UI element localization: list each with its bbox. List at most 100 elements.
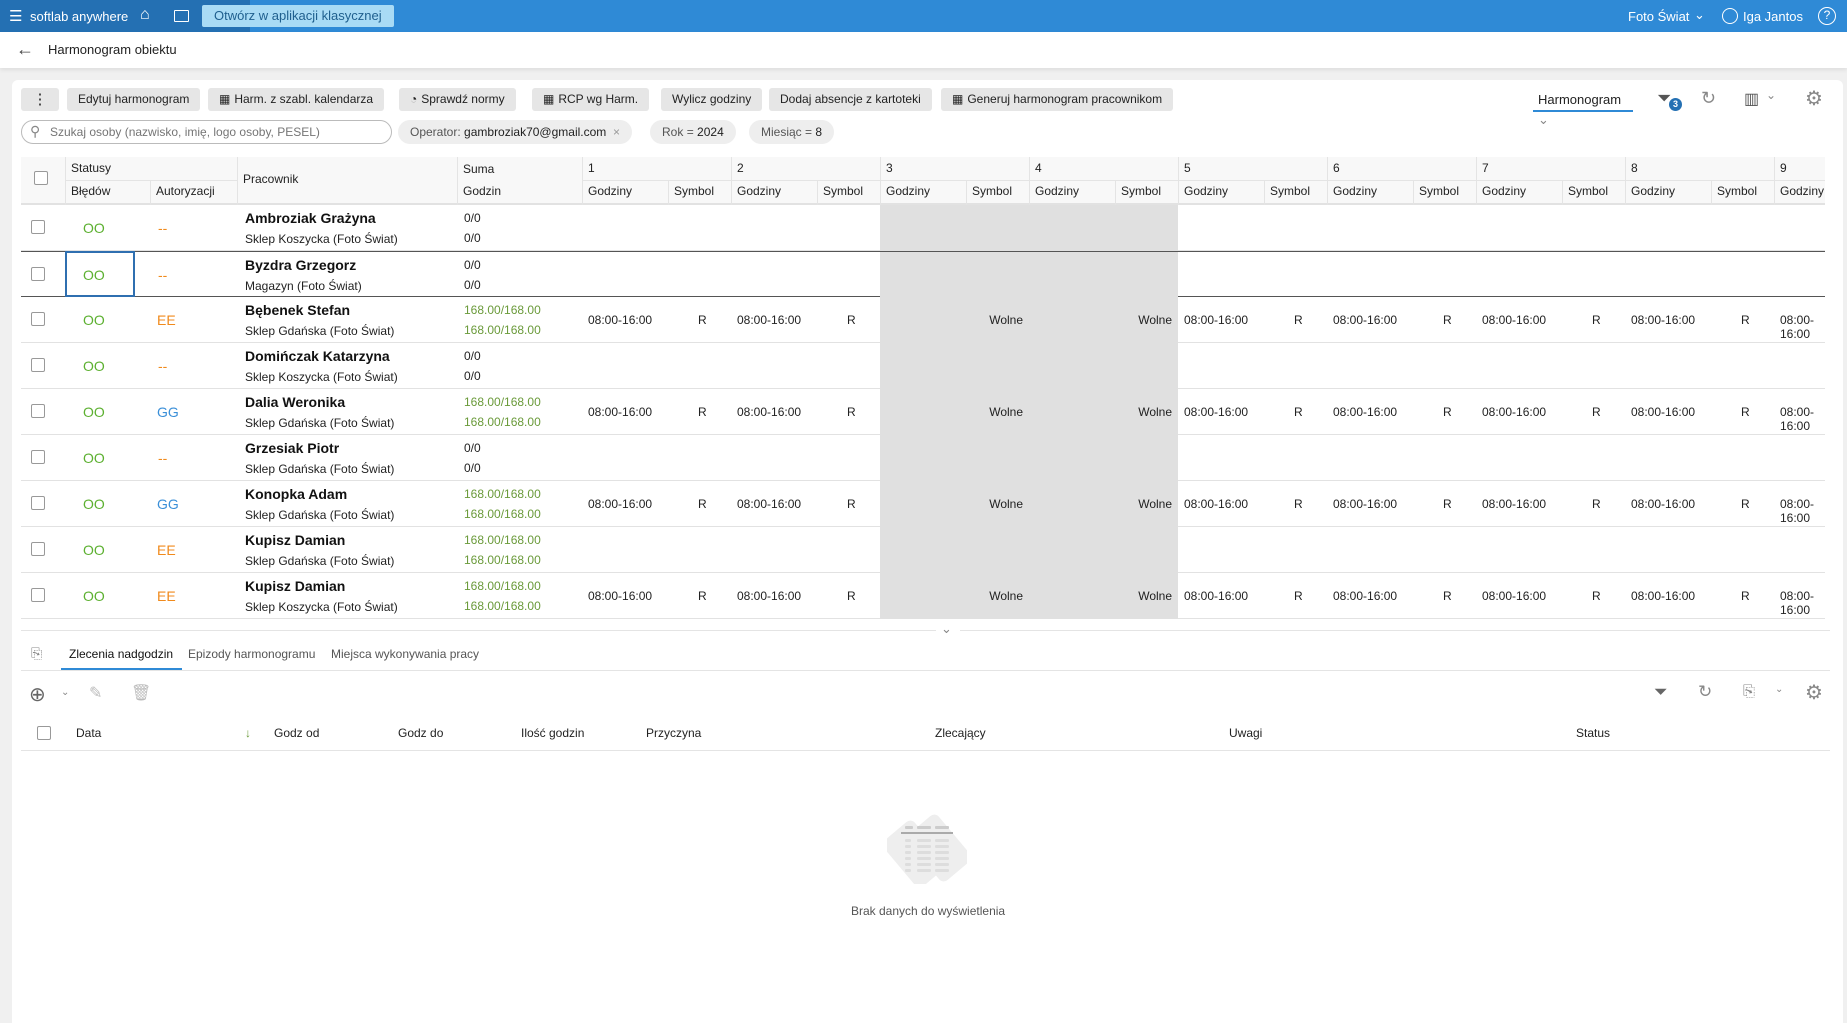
header-bledow[interactable]: Błędów <box>65 184 110 198</box>
day-symbol[interactable]: R <box>1741 313 1750 327</box>
splitter[interactable] <box>21 630 936 631</box>
back-arrow-icon[interactable]: ← <box>16 39 34 60</box>
table-row[interactable]: OO GG Dalia Weronika Sklep Gdańska (Foto Św… <box>21 389 1825 435</box>
row-checkbox[interactable] <box>31 588 45 602</box>
header-day[interactable]: 4 <box>1029 161 1042 175</box>
day-symbol[interactable]: R <box>1443 313 1452 327</box>
column-header[interactable]: Zlecający <box>935 726 986 740</box>
header-day[interactable]: 6 <box>1327 161 1340 175</box>
day-symbol[interactable]: R <box>847 405 856 419</box>
table-row[interactable]: OO -- Ambroziak Grażyna Sklep Koszycka (Fot… <box>21 205 1825 251</box>
authorization-status[interactable]: GG <box>157 496 179 512</box>
errors-status[interactable]: OO <box>83 267 105 283</box>
day-symbol[interactable]: R <box>698 497 707 511</box>
day-symbol[interactable]: R <box>698 405 707 419</box>
day-hours[interactable]: 08:00-16:00 <box>1631 405 1695 419</box>
day-symbol[interactable]: Wolne <box>980 405 1023 419</box>
day-symbol[interactable]: R <box>847 313 856 327</box>
day-hours[interactable]: 08:00-16:00 <box>1482 497 1546 511</box>
row-checkbox[interactable] <box>31 542 45 556</box>
day-hours[interactable]: 08:00-16:00 <box>1780 405 1825 433</box>
day-hours[interactable]: 08:00-16:00 <box>737 405 801 419</box>
template-calendar-button[interactable]: ▦ Harm. z szabl. kalendarza <box>208 88 385 111</box>
column-header[interactable]: Uwagi <box>1229 726 1262 740</box>
day-hours[interactable]: 08:00-16:00 <box>737 589 801 603</box>
day-symbol[interactable]: Wolne <box>1129 405 1172 419</box>
header-godziny[interactable]: Godziny <box>1625 184 1675 198</box>
errors-status[interactable]: OO <box>83 220 105 236</box>
weekend-cell[interactable] <box>880 205 1029 251</box>
day-hours[interactable]: 08:00-16:00 <box>1780 589 1825 617</box>
header-day[interactable]: 7 <box>1476 161 1489 175</box>
splitter[interactable] <box>960 630 1830 631</box>
header-symbol[interactable]: Symbol <box>1115 184 1161 198</box>
home-icon[interactable]: ⌂ <box>140 6 150 24</box>
day-hours[interactable]: 08:00-16:00 <box>1631 589 1695 603</box>
header-day[interactable]: 1 <box>582 161 595 175</box>
weekend-cell[interactable] <box>1029 205 1178 251</box>
column-header[interactable]: Status <box>1576 726 1610 740</box>
header-symbol[interactable]: Symbol <box>668 184 714 198</box>
header-godziny[interactable]: Godziny <box>1029 184 1079 198</box>
day-symbol[interactable]: R <box>847 589 856 603</box>
row-checkbox[interactable] <box>31 220 45 234</box>
header-symbol[interactable]: Symbol <box>1264 184 1310 198</box>
filter-icon[interactable]: ⏷ <box>1654 682 1668 702</box>
view-select[interactable]: Harmonogram ⌄ <box>1533 90 1633 127</box>
day-hours[interactable]: 08:00-16:00 <box>1333 497 1397 511</box>
day-hours[interactable]: 08:00-16:00 <box>1184 313 1248 327</box>
errors-status[interactable]: OO <box>83 496 105 512</box>
user-name[interactable]: Iga Jantos <box>1743 9 1803 24</box>
header-pracownik[interactable]: Pracownik <box>237 172 298 186</box>
header-godziny[interactable]: Godziny <box>1774 184 1824 198</box>
row-checkbox[interactable] <box>31 267 45 281</box>
errors-status[interactable]: OO <box>83 358 105 374</box>
authorization-status[interactable]: -- <box>158 220 167 236</box>
add-icon[interactable]: ⊕ <box>29 682 46 707</box>
day-symbol[interactable]: Wolne <box>980 497 1023 511</box>
day-symbol[interactable]: Wolne <box>1129 313 1172 327</box>
table-row[interactable]: OO -- Byzdra Grzegorz Magazyn (Foto Świat) 0… <box>21 251 1825 298</box>
day-symbol[interactable]: R <box>1294 497 1303 511</box>
day-symbol[interactable]: R <box>1294 405 1303 419</box>
day-hours[interactable]: 08:00-16:00 <box>737 313 801 327</box>
select-all-checkbox[interactable] <box>37 726 51 740</box>
day-symbol[interactable]: Wolne <box>1129 589 1172 603</box>
rcp-button[interactable]: ▦ RCP wg Harm. <box>532 88 650 111</box>
weekend-cell[interactable] <box>1029 527 1178 573</box>
errors-status[interactable]: OO <box>83 404 105 420</box>
weekend-cell[interactable] <box>880 527 1029 573</box>
row-checkbox[interactable] <box>31 312 45 326</box>
employee-name[interactable]: Domińczak Katarzyna <box>245 348 390 364</box>
brand-label[interactable]: softlab anywhere <box>30 9 128 24</box>
day-symbol[interactable]: R <box>1294 313 1303 327</box>
add-absences-button[interactable]: Dodaj absencje z kartoteki <box>769 88 932 111</box>
table-row[interactable]: OO GG Konopka Adam Sklep Gdańska (Foto Świa… <box>21 481 1825 527</box>
header-statusy[interactable]: Statusy <box>65 161 111 175</box>
header-symbol[interactable]: Symbol <box>966 184 1012 198</box>
header-godziny[interactable]: Godziny <box>1327 184 1377 198</box>
weekend-cell[interactable] <box>880 252 1029 298</box>
employee-name[interactable]: Byzdra Grzegorz <box>245 257 356 273</box>
day-symbol[interactable]: R <box>1741 589 1750 603</box>
chevron-down-icon[interactable]: ⌄ <box>61 687 69 698</box>
employee-name[interactable]: Ambroziak Grażyna <box>245 210 376 226</box>
day-symbol[interactable]: R <box>1592 405 1601 419</box>
generate-schedule-button[interactable]: ▦ Generuj harmonogram pracownikom <box>941 88 1174 111</box>
header-godziny[interactable]: Godziny <box>582 184 632 198</box>
day-symbol[interactable]: R <box>1741 405 1750 419</box>
refresh-icon[interactable]: ↻ <box>1698 682 1712 702</box>
day-symbol[interactable]: R <box>1294 589 1303 603</box>
header-godziny[interactable]: Godziny <box>880 184 930 198</box>
window-icon[interactable] <box>174 10 189 22</box>
row-checkbox[interactable] <box>31 450 45 464</box>
weekend-cell[interactable] <box>880 435 1029 481</box>
header-day[interactable]: 9 <box>1774 161 1787 175</box>
weekend-cell[interactable] <box>1029 343 1178 389</box>
day-hours[interactable]: 08:00-16:00 <box>1482 405 1546 419</box>
help-icon[interactable]: ? <box>1818 7 1836 25</box>
employee-name[interactable]: Bębenek Stefan <box>245 302 350 318</box>
more-menu-button[interactable]: ⋮ <box>21 88 59 111</box>
chevron-down-icon[interactable]: ⌄ <box>941 621 952 637</box>
table-row[interactable]: OO EE Kupisz Damian Sklep Gdańska (Foto Świ… <box>21 527 1825 573</box>
